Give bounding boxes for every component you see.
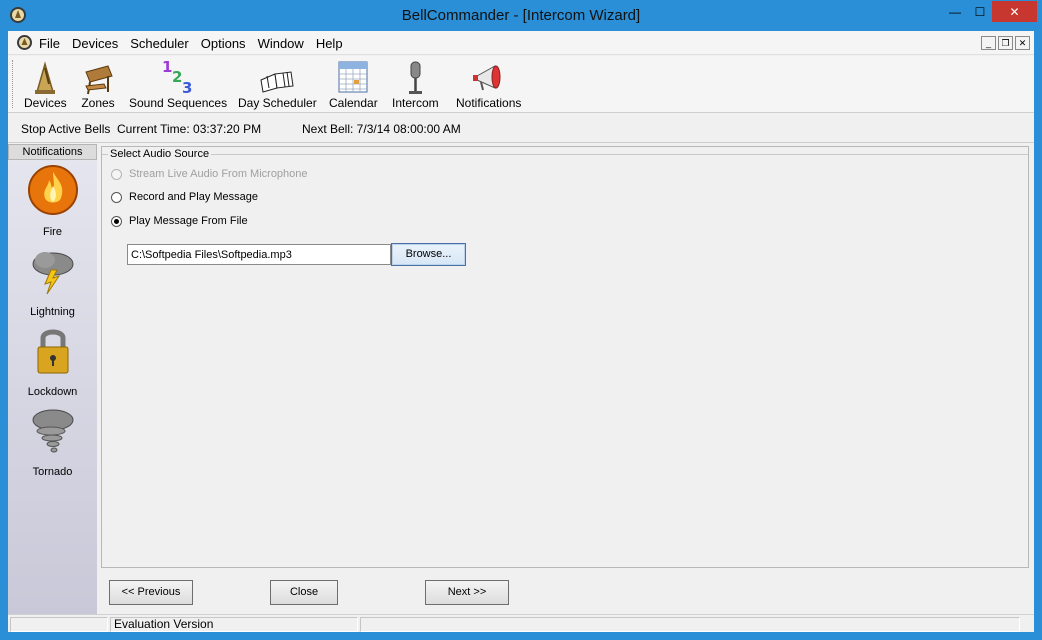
radio-play-from-file[interactable] [111, 215, 122, 227]
maximize-button[interactable]: ☐ [968, 1, 992, 22]
zones-icon [85, 65, 113, 95]
day-scheduler-icon [260, 71, 294, 93]
fire-icon [27, 165, 78, 215]
status-pane-left [10, 617, 108, 632]
radio-record-play[interactable] [111, 191, 122, 203]
mdi-minimize-button[interactable]: _ [981, 36, 996, 50]
sidebar-label-fire: Fire [43, 226, 62, 238]
menu-help[interactable]: Help [316, 36, 349, 51]
menu-bar: File Devices Scheduler Options Window He… [8, 31, 1034, 55]
audio-source-group: Select Audio Source Stream Live Audio Fr… [102, 148, 1028, 567]
next-button[interactable]: Next >> [425, 580, 509, 605]
menu-items: File Devices Scheduler Options Window He… [39, 36, 355, 51]
svg-text:1: 1 [162, 58, 172, 76]
toolbar-label-sound-sequences: Sound Sequences [129, 96, 228, 110]
toolbar-label-zones: Zones [81, 96, 115, 110]
svg-text:3: 3 [182, 79, 192, 96]
sidebar-label-lightning: Lightning [30, 306, 75, 318]
mdi-close-button[interactable]: ✕ [1015, 36, 1030, 50]
browse-button[interactable]: Browse... [391, 243, 466, 266]
mdi-controls: _ ❐ ✕ [981, 36, 1030, 50]
lock-icon [37, 329, 68, 374]
notifications-sidebar: Notifications Fire Lightning Lockdown To… [8, 144, 97, 618]
current-time-label: Current Time: 03:37:20 PM [117, 122, 262, 136]
menu-window[interactable]: Window [258, 36, 310, 51]
option-stream-live-label: Stream Live Audio From Microphone [129, 168, 308, 180]
option-record-play[interactable]: Record and Play Message [111, 191, 258, 203]
toolbar-devices-button[interactable]: Devices [24, 58, 67, 110]
client-area: File Devices Scheduler Options Window He… [8, 31, 1034, 632]
toolbar-zones-button[interactable]: Zones [78, 58, 118, 110]
lightning-icon [32, 252, 73, 295]
app-window: BellCommander - [Intercom Wizard] — ☐ ✕ … [0, 0, 1042, 640]
option-record-play-label[interactable]: Record and Play Message [129, 191, 258, 203]
intercom-icon [409, 61, 423, 94]
child-window-icon[interactable] [16, 34, 33, 51]
sidebar-header: Notifications [8, 144, 97, 160]
status-bar: Evaluation Version [8, 614, 1034, 632]
toolbar-label-notifications: Notifications [456, 96, 522, 110]
toolbar-grip[interactable] [12, 60, 15, 108]
title-bar[interactable]: BellCommander - [Intercom Wizard] — ☐ ✕ [0, 0, 1042, 31]
notifications-icon [472, 65, 501, 91]
sidebar-label-tornado: Tornado [32, 466, 73, 478]
window-title: BellCommander - [Intercom Wizard] [401, 7, 641, 24]
wizard-button-bar: << Previous Close Next >> [101, 571, 1029, 611]
toolbar-label-intercom: Intercom [392, 96, 439, 110]
toolbar-label-calendar: Calendar [329, 96, 378, 110]
minimize-button[interactable]: — [942, 1, 968, 22]
toolbar: Devices Zones 1 2 3 Sound Sequences Day … [8, 56, 1034, 113]
menu-devices[interactable]: Devices [72, 36, 124, 51]
sidebar-label-lockdown: Lockdown [27, 386, 78, 398]
sound-sequences-icon: 1 2 3 [162, 58, 192, 96]
sidebar-item-tornado[interactable]: Tornado [8, 404, 97, 478]
option-stream-live: Stream Live Audio From Microphone [111, 168, 308, 180]
option-play-from-file[interactable]: Play Message From File [111, 215, 248, 227]
menu-file[interactable]: File [39, 36, 66, 51]
option-play-from-file-label[interactable]: Play Message From File [129, 215, 248, 227]
previous-button[interactable]: << Previous [109, 580, 193, 605]
menu-scheduler[interactable]: Scheduler [130, 36, 195, 51]
calendar-icon [338, 61, 368, 93]
status-pane-evaluation: Evaluation Version [110, 617, 358, 632]
svg-text:2: 2 [172, 68, 182, 86]
next-bell-label: Next Bell: 7/3/14 08:00:00 AM [302, 122, 461, 136]
tornado-icon [32, 409, 73, 453]
file-path-field[interactable] [127, 244, 391, 265]
sidebar-item-lightning[interactable]: Lightning [8, 244, 97, 318]
toolbar-label-day-scheduler: Day Scheduler [238, 96, 317, 110]
radio-stream-live [111, 168, 122, 180]
toolbar-calendar-button[interactable]: Calendar [329, 58, 378, 110]
close-wizard-button[interactable]: Close [270, 580, 338, 605]
menu-options[interactable]: Options [201, 36, 252, 51]
bell-status-line: Stop Active Bells Current Time: 03:37:20… [8, 114, 1034, 143]
toolbar-intercom-button[interactable]: Intercom [392, 58, 439, 110]
audio-source-group-label: Select Audio Source [108, 148, 212, 160]
sidebar-item-lockdown[interactable]: Lockdown [8, 324, 97, 398]
toolbar-sound-sequences-button[interactable]: 1 2 3 Sound Sequences [129, 58, 227, 110]
status-pane-right [360, 617, 1020, 632]
stop-active-bells-button[interactable]: Stop Active Bells [21, 122, 110, 136]
intercom-wizard-panel: Select Audio Source Stream Live Audio Fr… [101, 146, 1029, 568]
toolbar-label-devices: Devices [24, 96, 67, 110]
toolbar-day-scheduler-button[interactable]: Day Scheduler [238, 58, 317, 110]
close-window-button[interactable]: ✕ [992, 1, 1037, 22]
sidebar-item-fire[interactable]: Fire [8, 164, 97, 238]
toolbar-notifications-button[interactable]: Notifications [456, 58, 521, 110]
mdi-restore-button[interactable]: ❐ [998, 36, 1013, 50]
devices-icon [35, 61, 56, 94]
